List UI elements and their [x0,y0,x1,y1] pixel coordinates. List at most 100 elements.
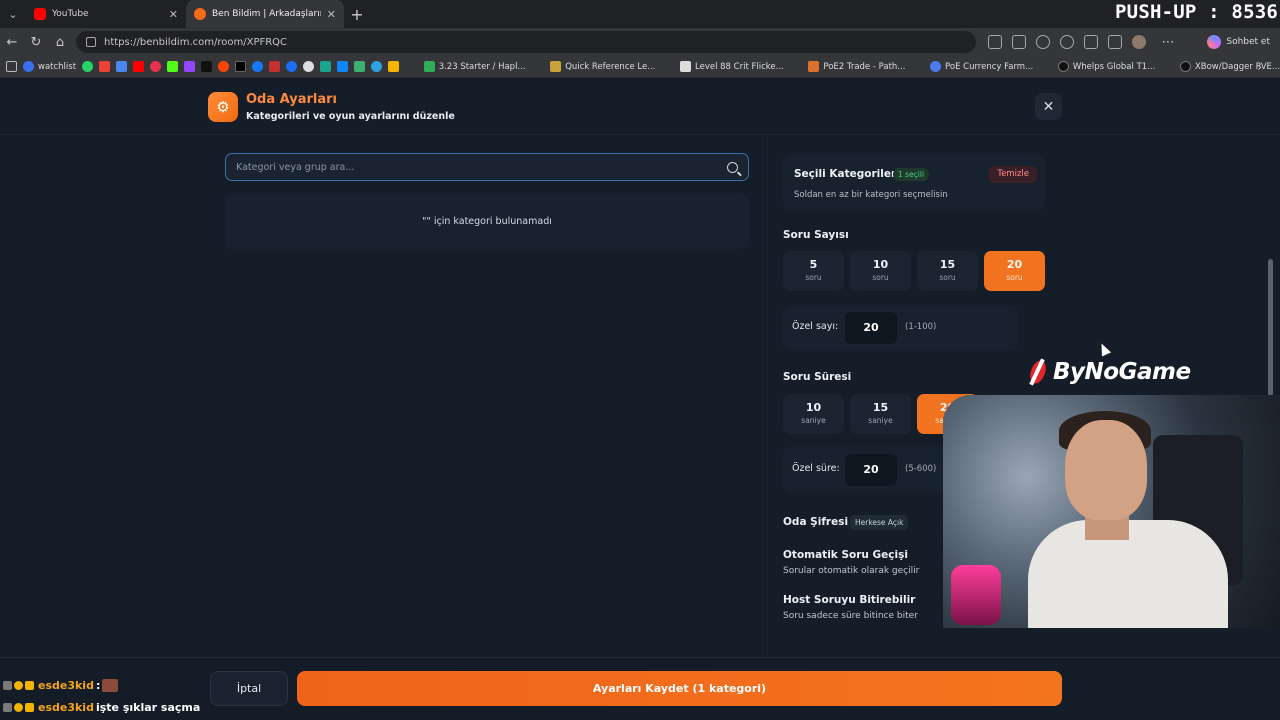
chat-button[interactable]: Sohbet et [1207,33,1270,51]
bookmark-multi[interactable] [388,61,400,72]
bookmark-green[interactable] [354,61,366,72]
bookmark-xbow[interactable]: XBow/Dagger PVE... [1179,61,1280,72]
browser-tab-bar: ⌄ YouTube ✕ Ben Bildim | Arkadaşlarınla … [0,0,1280,28]
bookmark-poe-currency[interactable]: PoE Currency Farm... [930,61,1033,72]
bookmark-reddit[interactable] [218,61,230,72]
back-icon[interactable]: ← [0,35,24,50]
option-unit: saniye [868,416,893,425]
url-field[interactable]: https://benbildim.com/room/XPFRQC [76,31,976,53]
question-count-option-15[interactable]: 15 soru [917,251,978,291]
bookmark-blue[interactable] [286,61,298,72]
site-icon [303,61,315,72]
custom-count-input[interactable]: 20 [845,312,897,344]
close-tab-icon[interactable]: ✕ [327,8,336,21]
bookmark-facebook[interactable] [252,61,264,72]
badge-icon [25,703,34,712]
extensions-icon[interactable] [1060,35,1074,49]
question-time-option-15[interactable]: 15 saniye [850,394,911,434]
bookmark-x[interactable] [235,61,247,72]
auto-next-title[interactable]: Otomatik Soru Geçişi [783,549,908,561]
category-search[interactable] [225,153,749,181]
question-count-option-10[interactable]: 10 soru [850,251,911,291]
category-search-input[interactable] [236,161,727,173]
selected-count-badge: 1 seçili [893,168,930,181]
bookmark-lightblue[interactable] [371,61,383,72]
modal-subtitle: Kategorileri ve oyun ayarlarını düzenle [246,111,455,122]
bookmark-gmail[interactable] [99,61,111,72]
tab-benbildim[interactable]: Ben Bildim | Arkadaşlarınla Online ✕ [186,0,344,28]
host-end-title[interactable]: Host Soruyu Bitirebilir [783,594,915,606]
watchlist-icon [23,61,34,72]
bookmark-label: Quick Reference Le... [565,61,656,72]
chat-username: esde3kid [38,679,94,692]
option-value: 15 [939,258,956,271]
option-value: 15 [872,401,889,414]
new-tab-button[interactable]: + [344,5,370,24]
bookmark-whatsapp[interactable] [82,61,94,72]
bookmark-watchlist[interactable]: watchlist [23,61,76,72]
profile-avatar[interactable] [1132,35,1146,49]
site-icon [371,61,383,72]
tab-title: Ben Bildim | Arkadaşlarınla Online [212,9,321,19]
question-count-option-20[interactable]: 20 soru [984,251,1045,291]
question-count-option-5[interactable]: 5 soru [783,251,844,291]
badge-icon [3,681,12,690]
bookmark-whelps[interactable]: Whelps Global T1... [1057,61,1156,72]
tab-search-chevron-icon[interactable]: ⌄ [0,0,26,28]
chat-button-label: Sohbet et [1226,37,1270,47]
bookmarks-overflow-icon[interactable]: › [1257,60,1262,74]
bookmark-starter[interactable]: 3.23 Starter / Hapl... [423,61,526,72]
bookmark-red2[interactable] [269,61,281,72]
custom-count-row: Özel sayı: 20 (1-100) [783,305,1018,351]
bookmark-star-icon[interactable] [1036,35,1050,49]
sheets-icon [423,61,435,72]
clear-button[interactable]: Temizle [989,166,1037,183]
save-settings-button[interactable]: Ayarları Kaydet (1 kategori) [297,671,1062,706]
bookmark-teal[interactable] [320,61,332,72]
bookmark-red[interactable] [150,61,162,72]
bookmark-quick-reference[interactable]: Quick Reference Le... [550,61,655,72]
bookmark-label: PoE2 Trade - Path... [823,61,906,72]
room-password-label: Oda Şifresi [783,516,849,528]
selected-categories-hint: Soldan en az bir kategori seçmelisin [794,190,948,200]
badge-icon [14,681,23,690]
close-tab-icon[interactable]: ✕ [169,8,178,21]
cancel-button[interactable]: İptal [210,671,288,706]
url-text: https://benbildim.com/room/XPFRQC [104,36,288,48]
custom-count-range: (1-100) [905,322,937,332]
bookmark-poe2-trade[interactable]: PoE2 Trade - Path... [808,61,905,72]
close-button[interactable]: ✕ [1035,93,1062,120]
webcam-overlay [943,395,1280,628]
extension-icon[interactable] [1084,35,1098,49]
bookmark-tiktok[interactable] [201,61,213,72]
copilot-icon [1207,35,1222,49]
bookmark-youtube[interactable] [133,61,145,72]
bookmark-bluesky[interactable] [337,61,349,72]
site-info-icon[interactable] [86,37,96,47]
more-menu-icon[interactable]: ⋯ [1156,35,1180,50]
youtube-icon [133,61,145,72]
reload-icon[interactable]: ↻ [24,35,48,50]
home-icon[interactable]: ⌂ [48,35,72,50]
chat-username: esde3kid [38,701,94,714]
option-unit: soru [1006,273,1023,282]
bookmark-level88[interactable]: Level 88 Crit Flicke... [680,61,784,72]
reading-mode-icon[interactable] [1012,35,1026,49]
twitch-icon [184,61,196,72]
favorites-icon[interactable] [1108,35,1122,49]
install-app-icon[interactable] [988,35,1002,49]
bookmark-twitch[interactable] [184,61,196,72]
question-time-option-10[interactable]: 10 saniye [783,394,844,434]
search-icon[interactable] [727,161,738,173]
bookmarks-menu-icon[interactable] [6,61,17,72]
bookmark-circle[interactable] [303,61,315,72]
bookmark-kick[interactable] [167,61,179,72]
bookmark-label: Whelps Global T1... [1072,61,1156,72]
host-end-description: Soru sadece süre bitince biter [783,611,918,621]
bookmark-translate[interactable] [116,61,128,72]
room-password-badge[interactable]: Herkese Açık [850,515,909,530]
custom-time-input[interactable]: 20 [845,454,897,486]
bookmark-label: XBow/Dagger PVE... [1194,61,1280,72]
tab-youtube[interactable]: YouTube ✕ [26,0,186,28]
site-icon [1179,61,1191,72]
